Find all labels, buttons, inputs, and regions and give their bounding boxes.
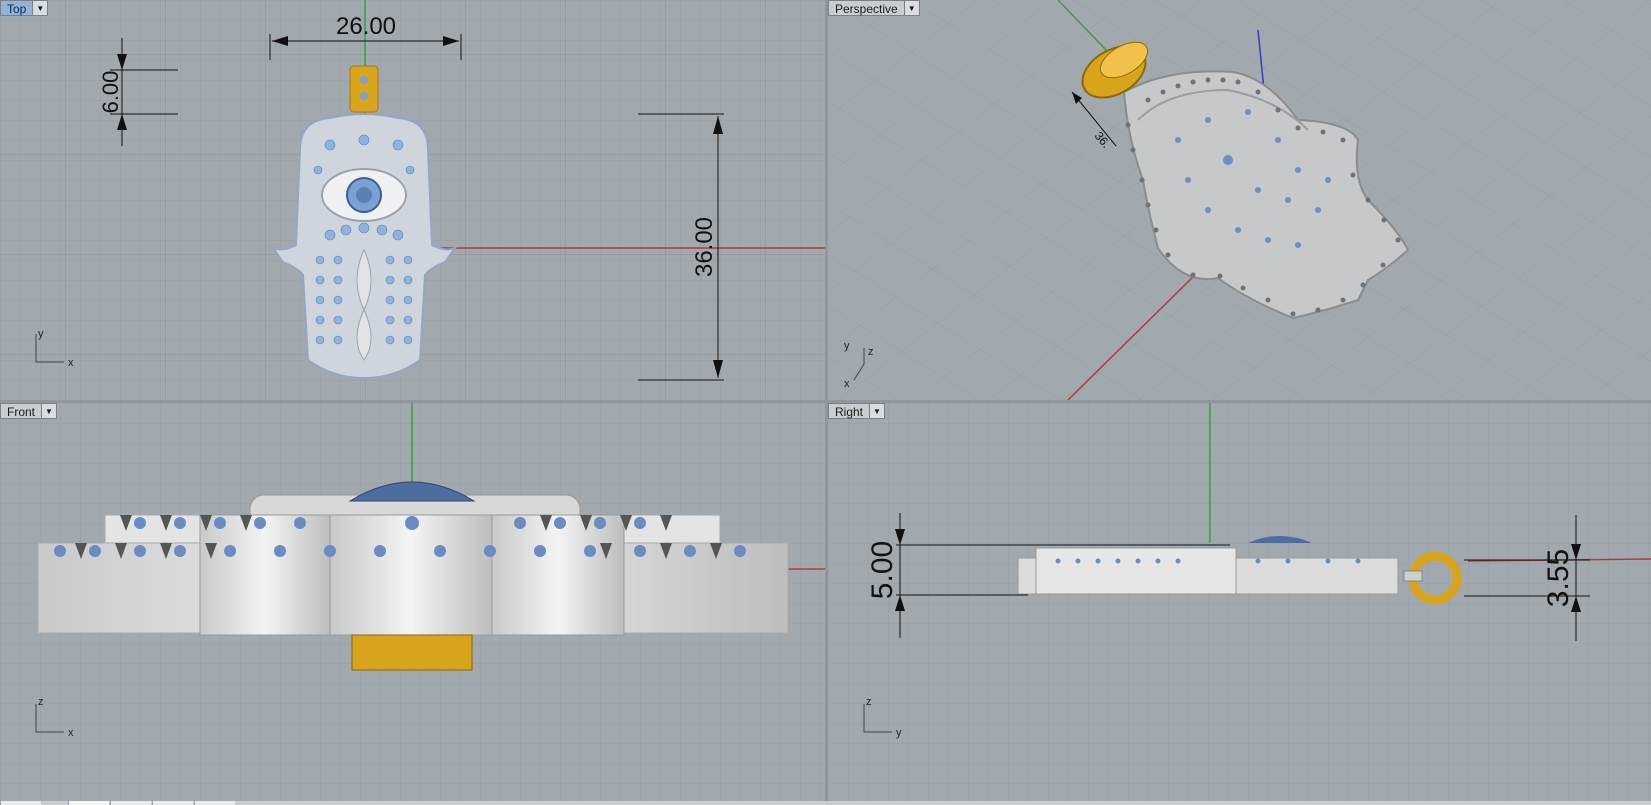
svg-text:y: y — [38, 328, 44, 340]
top-viewport[interactable]: 26.00 6.00 36.00 y x Top ▼ — [0, 0, 825, 400]
svg-text:z: z — [868, 346, 874, 358]
viewport-tab-active[interactable] — [68, 801, 109, 805]
front-viewport-canvas[interactable]: z x — [0, 403, 825, 803]
dimension-width-label: 26.00 — [336, 13, 396, 40]
right-viewport[interactable]: 5.00 3.55 z y Right ▼ — [828, 403, 1651, 803]
svg-text:x: x — [68, 727, 74, 739]
front-viewport-title[interactable]: Front ▼ — [0, 403, 58, 419]
viewport-tab[interactable] — [152, 801, 193, 805]
right-viewport-title[interactable]: Right ▼ — [828, 403, 886, 419]
svg-text:x: x — [68, 357, 74, 369]
top-viewport-canvas[interactable]: 26.00 6.00 36.00 y x — [0, 0, 825, 400]
right-viewport-canvas[interactable]: 5.00 3.55 z y — [828, 403, 1651, 803]
viewport-tab[interactable] — [194, 801, 235, 805]
dropdown-arrow-icon[interactable]: ▼ — [904, 0, 920, 16]
dimension-bail-diameter-label: 3.55 — [1542, 549, 1575, 607]
viewport-name[interactable]: Top — [0, 0, 34, 16]
perspective-viewport-title[interactable]: Perspective ▼ — [828, 0, 920, 16]
dropdown-arrow-icon[interactable]: ▼ — [33, 0, 49, 16]
viewport-tab[interactable] — [110, 801, 151, 805]
svg-text:y: y — [844, 340, 850, 352]
dimension-height-label: 36.00 — [691, 217, 718, 277]
perspective-viewport-canvas[interactable]: 36. y z x — [828, 0, 1651, 400]
svg-text:z: z — [38, 696, 44, 708]
dimension-thickness-label: 5.00 — [866, 541, 899, 599]
rhino-workspace: 26.00 6.00 36.00 y x Top ▼ 36. y z x Per… — [0, 0, 1651, 805]
top-viewport-title[interactable]: Top ▼ — [0, 0, 49, 16]
dropdown-arrow-icon[interactable]: ▼ — [42, 403, 58, 419]
viewport-name[interactable]: Right — [828, 403, 871, 419]
viewport-name[interactable]: Front — [0, 403, 43, 419]
dimension-bail-label: 6.00 — [98, 71, 123, 114]
viewport-tab-strip[interactable] — [0, 801, 1651, 805]
dropdown-arrow-icon[interactable]: ▼ — [870, 403, 886, 419]
viewport-tab[interactable] — [0, 801, 41, 805]
viewport-name[interactable]: Perspective — [828, 0, 905, 16]
perspective-viewport[interactable]: 36. y z x Perspective ▼ — [828, 0, 1651, 400]
svg-text:z: z — [866, 696, 872, 708]
front-viewport[interactable]: z x Front ▼ — [0, 403, 825, 803]
svg-text:x: x — [844, 378, 850, 390]
svg-text:y: y — [896, 727, 902, 739]
